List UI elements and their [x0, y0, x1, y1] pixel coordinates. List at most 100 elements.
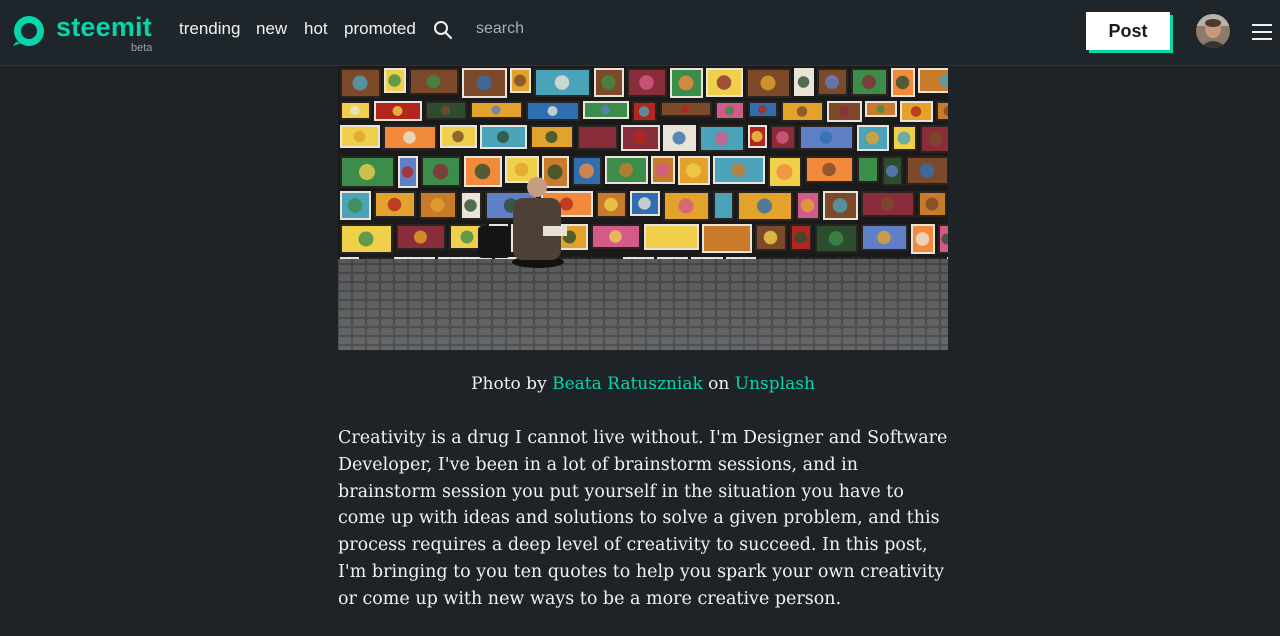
- painting-detail: [514, 162, 529, 177]
- image-caption: Photo by Beata Ratuszniak on Unsplash: [338, 374, 948, 394]
- top-navigation-bar: steemit beta trending new hot promoted P…: [0, 0, 1280, 66]
- painting-detail: [862, 75, 876, 89]
- painting-detail: [776, 164, 793, 180]
- painting-detail: [686, 163, 701, 178]
- painting-detail: [554, 75, 570, 90]
- painting-detail: [426, 74, 441, 89]
- painting-detail: [910, 106, 922, 117]
- painting-detail: [757, 198, 772, 214]
- nav-trending[interactable]: trending: [179, 19, 240, 39]
- painting-detail: [403, 131, 416, 144]
- painting-detail: [672, 131, 686, 145]
- painting-detail: [760, 75, 776, 91]
- painting-detail: [716, 75, 732, 90]
- painting-detail: [476, 75, 492, 91]
- painting-detail: [825, 75, 839, 89]
- painting-detail: [897, 131, 911, 145]
- painting-detail: [401, 166, 414, 178]
- painting-detail: [604, 197, 618, 212]
- painting-detail: [822, 162, 836, 177]
- painting-detail: [794, 231, 807, 244]
- painting-detail: [464, 199, 477, 212]
- painting-detail: [601, 75, 616, 90]
- painting-detail: [359, 164, 375, 180]
- user-avatar[interactable]: [1196, 14, 1230, 48]
- search-icon[interactable]: [433, 20, 453, 40]
- painting-detail: [819, 131, 833, 144]
- painting-detail: [414, 230, 427, 244]
- painting-detail: [678, 198, 694, 214]
- painting-detail: [497, 131, 509, 143]
- post-button[interactable]: Post: [1086, 12, 1170, 50]
- painting-detail: [353, 130, 366, 143]
- painting-detail: [664, 230, 678, 244]
- painting-detail: [392, 106, 403, 116]
- steemit-logo-icon: [13, 16, 44, 46]
- painting-detail: [731, 163, 746, 177]
- painting-detail: [886, 165, 898, 177]
- article-hero-image: [338, 66, 948, 350]
- painting-detail: [388, 74, 401, 87]
- painting-detail: [776, 131, 789, 144]
- nav-new[interactable]: new: [256, 19, 287, 39]
- painting-detail: [609, 230, 622, 243]
- painting-detail: [724, 105, 735, 116]
- caption-mid: on: [708, 374, 730, 394]
- painting-detail: [639, 75, 654, 90]
- painting-detail: [758, 105, 767, 114]
- hero-photo: [338, 66, 948, 350]
- painting-detail: [895, 75, 910, 90]
- painting-detail: [601, 105, 610, 115]
- painting-detail: [763, 230, 778, 245]
- caption-prefix: Photo by: [471, 374, 547, 394]
- steemit-logo[interactable]: steemit beta: [10, 10, 160, 56]
- painting-detail: [866, 131, 879, 145]
- painting-detail: [925, 197, 939, 211]
- painting-detail: [678, 75, 694, 91]
- painting-detail: [560, 197, 573, 211]
- painting-detail: [796, 106, 808, 117]
- painting-detail: [491, 105, 501, 115]
- painting-detail: [876, 105, 885, 113]
- painting-detail: [460, 230, 474, 244]
- photographer-link[interactable]: Beata Ratuszniak: [552, 374, 703, 394]
- painting-detail: [547, 164, 563, 180]
- painting-detail: [579, 163, 594, 179]
- painting-detail: [800, 198, 815, 213]
- painting-detail: [590, 131, 604, 144]
- nav-hot[interactable]: hot: [304, 19, 328, 39]
- painting-detail: [828, 231, 844, 246]
- painting-detail: [717, 199, 729, 212]
- painting-detail: [432, 163, 449, 180]
- painting-detail: [347, 198, 363, 213]
- painting-detail: [797, 76, 810, 88]
- painting-detail: [638, 106, 650, 117]
- painting-detail: [928, 132, 943, 146]
- article-paragraph: Creativity is a drug I cannot live witho…: [338, 428, 948, 609]
- hamburger-menu-icon[interactable]: [1252, 23, 1272, 41]
- painting-detail: [877, 230, 891, 245]
- painting-detail: [619, 163, 633, 177]
- nav-promoted[interactable]: promoted: [344, 19, 416, 39]
- avatar-image: [1196, 14, 1230, 48]
- painting-detail: [358, 231, 374, 247]
- painting-detail: [655, 163, 670, 177]
- painting-detail: [719, 231, 734, 246]
- painting-detail: [919, 163, 935, 178]
- painting-detail: [440, 105, 451, 116]
- painting-detail: [838, 106, 850, 117]
- unsplash-link[interactable]: Unsplash: [735, 374, 815, 394]
- painting-detail: [751, 131, 763, 142]
- brand-beta-badge: beta: [131, 42, 153, 54]
- search-input[interactable]: [468, 16, 664, 42]
- painting-detail: [681, 105, 690, 113]
- painting-detail: [452, 130, 464, 143]
- painting-detail: [638, 197, 651, 210]
- painting-detail: [915, 232, 930, 246]
- painting-detail: [474, 163, 491, 180]
- painting-detail: [881, 197, 894, 211]
- painting-detail: [547, 106, 558, 116]
- painting-detail: [430, 198, 445, 212]
- painting-detail: [514, 74, 526, 87]
- painting-detail: [350, 105, 360, 116]
